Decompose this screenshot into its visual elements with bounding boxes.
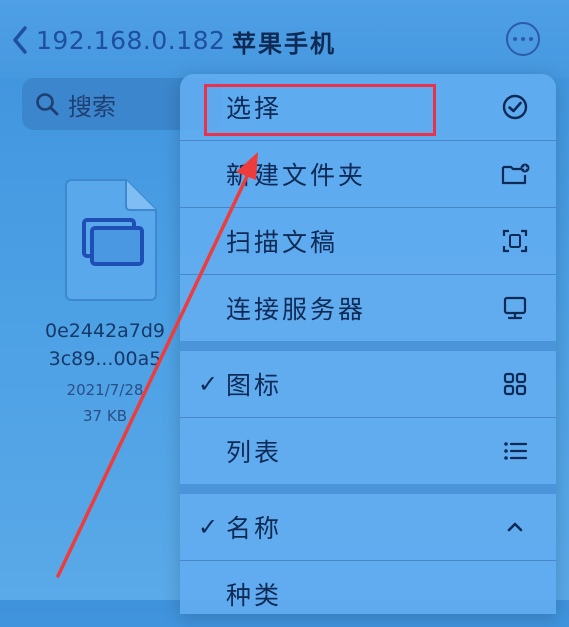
context-menu: 选择 新建文件夹 扫描文稿 连接服务器 ✓ 图标 列表 ✓ 名称 种类 [180,74,556,614]
checkmark-icon: ✓ [198,370,219,398]
back-label: 192.168.0.182 [36,25,226,55]
folder-badge-plus-icon [500,159,530,189]
chevron-left-icon [13,26,27,54]
annotation-highlight-box [204,84,436,136]
menu-item-label: 列表 [226,438,283,467]
grid-icon [500,369,530,399]
section-gap [180,484,556,494]
section-gap [180,341,556,351]
file-size: 37 KB [83,407,127,425]
back-button[interactable]: 192.168.0.182 [10,22,225,58]
chevron-up-icon [500,512,530,542]
menu-item-list[interactable]: 列表 [180,418,556,484]
search-placeholder: 搜索 [68,92,116,121]
checkmark-icon: ✓ [198,513,219,541]
file-name-line1: 0e2442a7d9 [44,320,165,342]
file-date: 2021/7/28 [66,381,144,399]
file-item[interactable] [64,176,160,304]
page-title: 苹果手机 [232,30,336,58]
menu-item-label: 新建文件夹 [226,161,367,190]
menu-item-icons[interactable]: ✓ 图标 [180,351,556,417]
doc-viewfinder-icon [500,226,530,256]
checkmark-circle-icon [500,92,530,122]
menu-item-label: 种类 [226,581,283,610]
display-icon [500,293,530,323]
menu-item-label: 图标 [226,371,283,400]
menu-item-scan-documents[interactable]: 扫描文稿 [180,208,556,274]
menu-item-label: 连接服务器 [226,295,367,324]
ellipsis-circle-icon[interactable] [506,22,540,56]
search-icon [36,93,59,116]
navigation-bar: 192.168.0.182 苹果手机 [0,0,569,78]
menu-item-new-folder[interactable]: 新建文件夹 [180,141,556,207]
menu-item-connect-server[interactable]: 连接服务器 [180,275,556,341]
menu-item-sort-kind[interactable]: 种类 [180,561,556,627]
menu-item-label: 扫描文稿 [226,228,339,257]
file-name-line2: 3c89...00a5 [48,348,162,370]
document-icon [65,179,157,301]
list-icon [500,436,530,466]
menu-item-sort-name[interactable]: ✓ 名称 [180,494,556,560]
menu-item-label: 名称 [226,514,283,543]
